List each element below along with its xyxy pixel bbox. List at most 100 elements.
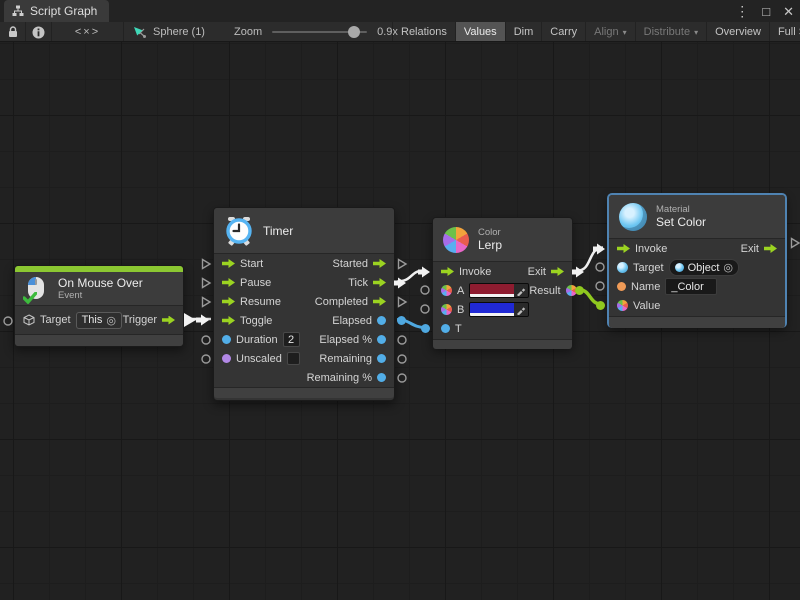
info-button[interactable] (26, 22, 52, 42)
name-port[interactable] (617, 282, 626, 291)
color-wheel-icon (443, 227, 469, 253)
zoom-slider-track[interactable] (272, 31, 367, 33)
selection-label: Sphere (1) (153, 26, 205, 38)
t-port[interactable] (441, 324, 450, 333)
b-port[interactable] (441, 304, 452, 315)
b-outer-port[interactable] (419, 303, 431, 315)
completed-outer-port[interactable] (396, 296, 408, 308)
remaining-percent-outer-port[interactable] (396, 372, 408, 384)
node-timer[interactable]: Timer Start Started Pause Tick Resume Co… (213, 207, 395, 401)
elapsed-outer-port-connected[interactable] (396, 315, 407, 326)
carry-button[interactable]: Carry (542, 22, 586, 42)
unscaled-checkbox[interactable] (287, 352, 300, 365)
duration-input[interactable]: 2 (283, 332, 300, 347)
resume-outer-port[interactable] (200, 296, 212, 308)
tick-outer-port-connected[interactable] (394, 277, 409, 289)
fullscreen-button[interactable]: Full Screen (770, 22, 800, 42)
elapsed-percent-outer-port[interactable] (396, 334, 408, 346)
invoke-outer-port-connected[interactable] (418, 266, 433, 278)
exit-outer-port[interactable] (789, 237, 800, 249)
info-icon (32, 26, 45, 39)
elapsed-percent-port[interactable] (377, 335, 386, 344)
name-outer-port[interactable] (594, 280, 606, 292)
unscaled-port[interactable] (222, 354, 231, 363)
trigger-port-label: Trigger (123, 314, 157, 326)
remaining-outer-port[interactable] (396, 353, 408, 365)
maximize-icon[interactable]: □ (762, 5, 770, 18)
pause-port[interactable] (222, 278, 235, 287)
start-outer-port[interactable] (200, 258, 212, 270)
started-outer-port[interactable] (396, 258, 408, 270)
exit-outer-port-connected[interactable] (572, 266, 587, 278)
target-outer-port[interactable] (2, 315, 14, 327)
node-set-color[interactable]: Material Set Color Invoke Exit Target Ob… (608, 194, 786, 327)
target-port[interactable] (617, 262, 628, 273)
dim-button[interactable]: Dim (506, 22, 543, 42)
color-b-swatch[interactable] (469, 302, 529, 317)
result-outer-port-connected[interactable] (574, 285, 585, 296)
resume-port[interactable] (222, 297, 235, 306)
name-input[interactable]: _Color (665, 278, 717, 295)
trigger-flow-port[interactable] (162, 316, 175, 325)
relations-button[interactable]: Relations (393, 22, 456, 42)
toggle-port[interactable] (222, 316, 235, 325)
node-title: Lerp (478, 238, 502, 252)
eyedropper-icon[interactable] (514, 284, 528, 297)
start-port[interactable] (222, 259, 235, 268)
value-port[interactable] (617, 300, 628, 311)
node-color-lerp[interactable]: Color Lerp Invoke Exit A Result B (432, 217, 573, 348)
target-outer-port[interactable] (594, 261, 606, 273)
node-title: Timer (263, 224, 293, 238)
zoom-slider-handle[interactable] (348, 26, 360, 38)
node-subtitle: Event (58, 290, 143, 301)
invoke-port[interactable] (617, 244, 630, 253)
tick-port[interactable] (373, 278, 386, 287)
align-button[interactable]: Align▾ (586, 22, 635, 42)
overview-button[interactable]: Overview (707, 22, 770, 42)
graph-toolbar: <×> Sphere (1) Zoom 0.9x Relations Value… (0, 22, 800, 42)
a-port[interactable] (441, 285, 452, 296)
exit-port[interactable] (764, 244, 777, 253)
t-outer-port-connected[interactable] (420, 323, 431, 334)
selection-indicator[interactable]: Sphere (1) (133, 22, 205, 42)
duration-outer-port[interactable] (200, 334, 212, 346)
title-bar: Script Graph ⋮ □ ✕ (0, 0, 800, 22)
invoke-outer-port-connected[interactable] (593, 243, 608, 255)
close-icon[interactable]: ✕ (783, 5, 794, 18)
object-picker-icon[interactable]: ◎ (723, 261, 733, 274)
kebab-menu-icon[interactable]: ⋮ (735, 4, 749, 18)
color-a-swatch[interactable] (469, 283, 529, 298)
started-port[interactable] (373, 259, 386, 268)
a-outer-port[interactable] (419, 284, 431, 296)
target-self-field[interactable]: This ◎ (76, 312, 122, 329)
target-object-field[interactable]: Object ◎ (669, 259, 739, 276)
object-picker-icon[interactable]: ◎ (106, 314, 116, 327)
remaining-port[interactable] (377, 354, 386, 363)
mouse-over-icon (25, 276, 49, 302)
unscaled-outer-port[interactable] (200, 353, 212, 365)
duration-port[interactable] (222, 335, 231, 344)
remaining-percent-port[interactable] (377, 373, 386, 382)
graph-canvas[interactable]: On Mouse Over Event Target This ◎ Trigge… (0, 42, 800, 600)
color-b-value (470, 303, 514, 313)
code-view-button[interactable]: <×> (52, 22, 124, 42)
value-outer-port-connected[interactable] (595, 300, 606, 311)
script-machine-icon (133, 26, 147, 39)
distribute-button[interactable]: Distribute▾ (636, 22, 707, 42)
zoom-label: Zoom (234, 26, 262, 38)
graph-icon (12, 5, 24, 17)
node-on-mouse-over[interactable]: On Mouse Over Event Target This ◎ Trigge… (14, 265, 184, 347)
pause-outer-port[interactable] (200, 277, 212, 289)
color-a-value (470, 284, 514, 294)
zoom-control: Zoom 0.9x (234, 22, 398, 42)
invoke-port[interactable] (441, 267, 454, 276)
completed-port[interactable] (373, 297, 386, 306)
exit-port[interactable] (551, 267, 564, 276)
lock-button[interactable] (0, 22, 26, 42)
values-button[interactable]: Values (456, 22, 506, 42)
tab-script-graph[interactable]: Script Graph (4, 0, 109, 22)
toggle-outer-port-connected[interactable] (197, 314, 212, 326)
eyedropper-icon[interactable] (514, 303, 528, 316)
tab-title: Script Graph (30, 4, 97, 18)
elapsed-port[interactable] (377, 316, 386, 325)
